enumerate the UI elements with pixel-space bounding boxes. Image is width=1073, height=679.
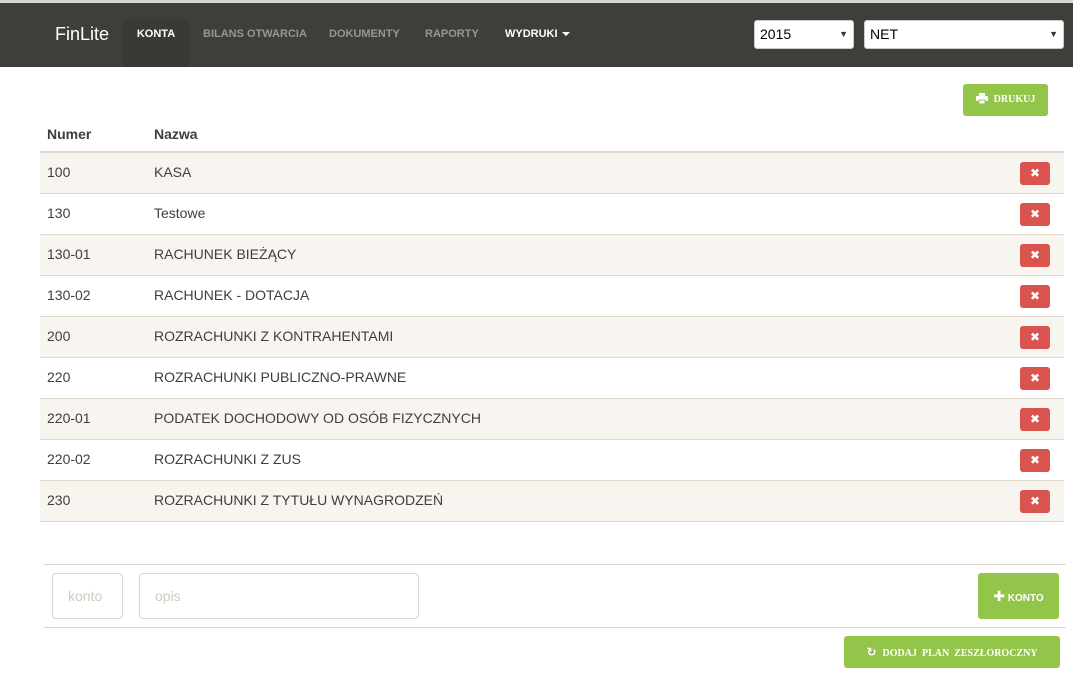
cell-nazwa: ROZRACHUNKI Z KONTRAHENTAMI <box>154 328 394 344</box>
nav-raporty[interactable]: RAPORTY <box>425 19 479 67</box>
konto-input[interactable] <box>52 573 123 619</box>
cell-nazwa: PODATEK DOCHODOWY OD OSÓB FIZYCZNYCH <box>154 410 481 426</box>
cell-numer: 130-01 <box>47 246 91 262</box>
cell-nazwa: ROZRACHUNKI Z TYTUŁU WYNAGRODZEŃ <box>154 492 444 508</box>
times-icon: ✖ <box>1029 207 1041 221</box>
select-arrow-icon: ▼ <box>1049 29 1058 39</box>
delete-button[interactable]: ✖ <box>1020 367 1050 390</box>
times-icon: ✖ <box>1029 412 1041 426</box>
cell-numer: 230 <box>47 492 71 508</box>
delete-button[interactable]: ✖ <box>1020 449 1050 472</box>
table-row: 100 KASA ✖ <box>40 153 1064 194</box>
cell-numer: 130-02 <box>47 287 91 303</box>
nav-raporty-label: RAPORTY <box>425 28 479 40</box>
table-header: Numer Nazwa <box>40 120 1064 153</box>
company-select-value: NET <box>870 26 898 42</box>
cell-numer: 220-02 <box>47 451 91 467</box>
table-row: 130-01 RACHUNEK BIEŻĄCY ✖ <box>40 235 1064 276</box>
header-numer: Numer <box>47 126 92 142</box>
cell-nazwa: RACHUNEK - DOTACJA <box>154 287 310 303</box>
table-row: 220-01 PODATEK DOCHODOWY OD OSÓB FIZYCZN… <box>40 399 1064 440</box>
add-konto-button[interactable]: ✚ KONTO <box>978 573 1059 619</box>
delete-button[interactable]: ✖ <box>1020 408 1050 431</box>
nav-konta-label: KONTA <box>136 28 176 40</box>
print-button[interactable]: DRUKUJ <box>963 84 1048 116</box>
year-select-value: 2015 <box>760 26 792 42</box>
cell-numer: 130 <box>47 205 71 221</box>
year-select[interactable]: 2015 ▼ <box>754 20 854 49</box>
nav-wydruki-label: WYDRUKI <box>505 28 558 40</box>
nav-dokumenty-label: DOKUMENTY <box>329 28 400 40</box>
navbar: FinLite KONTA BILANS OTWARCIA DOKUMENTY … <box>0 3 1073 67</box>
delete-button[interactable]: ✖ <box>1020 285 1050 308</box>
delete-button[interactable]: ✖ <box>1020 490 1050 513</box>
times-icon: ✖ <box>1029 166 1041 180</box>
cell-numer: 220 <box>47 369 71 385</box>
cell-nazwa: KASA <box>154 164 192 180</box>
times-icon: ✖ <box>1029 248 1041 262</box>
opis-input[interactable] <box>139 573 419 619</box>
company-select[interactable]: NET ▼ <box>864 20 1064 49</box>
plus-icon: ✚ <box>993 588 1005 604</box>
delete-button[interactable]: ✖ <box>1020 162 1050 185</box>
cell-numer: 220-01 <box>47 410 91 426</box>
times-icon: ✖ <box>1029 453 1041 467</box>
refresh-icon: ↻ <box>866 645 877 659</box>
table-row: 130-02 RACHUNEK - DOTACJA ✖ <box>40 276 1064 317</box>
add-konto-label: KONTO <box>1007 593 1044 604</box>
print-icon <box>975 93 988 105</box>
select-arrow-icon: ▼ <box>839 29 848 39</box>
nav-dokumenty[interactable]: DOKUMENTY <box>329 19 400 67</box>
print-button-label: DRUKUJ <box>993 94 1036 105</box>
cell-numer: 200 <box>47 328 71 344</box>
table-row: 220-02 ROZRACHUNKI Z ZUS ✖ <box>40 440 1064 481</box>
table-row: 130 Testowe ✖ <box>40 194 1064 235</box>
caret-down-icon <box>561 32 570 37</box>
times-icon: ✖ <box>1029 494 1041 508</box>
times-icon: ✖ <box>1029 371 1041 385</box>
delete-button[interactable]: ✖ <box>1020 203 1050 226</box>
form-bottom-divider <box>44 627 1066 628</box>
nav-konta[interactable]: KONTA <box>123 19 189 67</box>
cell-nazwa: RACHUNEK BIEŻĄCY <box>154 246 297 262</box>
nav-bilans-otwarcia[interactable]: BILANS OTWARCIA <box>203 19 307 67</box>
cell-nazwa: Testowe <box>154 205 206 221</box>
add-last-year-plan-button[interactable]: ↻ DODAJ PLAN ZESZŁOROCZNY <box>844 636 1060 668</box>
times-icon: ✖ <box>1029 330 1041 344</box>
times-icon: ✖ <box>1029 289 1041 303</box>
table-row: 200 ROZRACHUNKI Z KONTRAHENTAMI ✖ <box>40 317 1064 358</box>
delete-button[interactable]: ✖ <box>1020 244 1050 267</box>
cell-nazwa: ROZRACHUNKI PUBLICZNO-PRAWNE <box>154 369 407 385</box>
table-row: 220 ROZRACHUNKI PUBLICZNO-PRAWNE ✖ <box>40 358 1064 399</box>
add-last-year-plan-label: DODAJ PLAN ZESZŁOROCZNY <box>882 648 1038 659</box>
header-nazwa: Nazwa <box>154 126 198 142</box>
nav-wydruki-dropdown[interactable]: WYDRUKI <box>505 19 570 67</box>
brand-logo[interactable]: FinLite <box>55 23 109 45</box>
delete-button[interactable]: ✖ <box>1020 326 1050 349</box>
table-row: 230 ROZRACHUNKI Z TYTUŁU WYNAGRODZEŃ ✖ <box>40 481 1064 522</box>
form-top-divider <box>44 564 1066 565</box>
cell-numer: 100 <box>47 164 71 180</box>
nav-bilans-otwarcia-label: BILANS OTWARCIA <box>203 28 307 40</box>
cell-nazwa: ROZRACHUNKI Z ZUS <box>154 451 301 467</box>
